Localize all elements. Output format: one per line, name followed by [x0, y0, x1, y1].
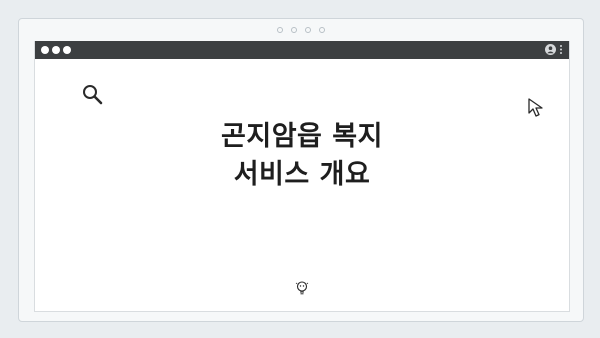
user-icon[interactable]	[545, 44, 556, 55]
page-content: 곤지암읍 복지 서비스 개요	[35, 59, 569, 311]
maximize-button[interactable]	[63, 46, 71, 54]
browser-window: 곤지암읍 복지 서비스 개요	[34, 41, 570, 312]
title-bar	[35, 41, 569, 59]
top-dots	[277, 27, 325, 33]
page-title-line-2: 서비스 개요	[233, 159, 371, 190]
top-dot	[291, 27, 297, 33]
top-dot	[305, 27, 311, 33]
minimize-button[interactable]	[52, 46, 60, 54]
lightbulb-icon	[295, 281, 309, 295]
search-icon[interactable]	[81, 83, 105, 107]
close-button[interactable]	[41, 46, 49, 54]
top-dot	[319, 27, 325, 33]
page-title-line-1: 곤지암읍 복지	[221, 121, 383, 152]
outer-frame: 곤지암읍 복지 서비스 개요	[18, 18, 584, 322]
cursor-arrow-icon	[528, 98, 543, 117]
top-dot	[277, 27, 283, 33]
kebab-icon[interactable]	[559, 44, 563, 55]
